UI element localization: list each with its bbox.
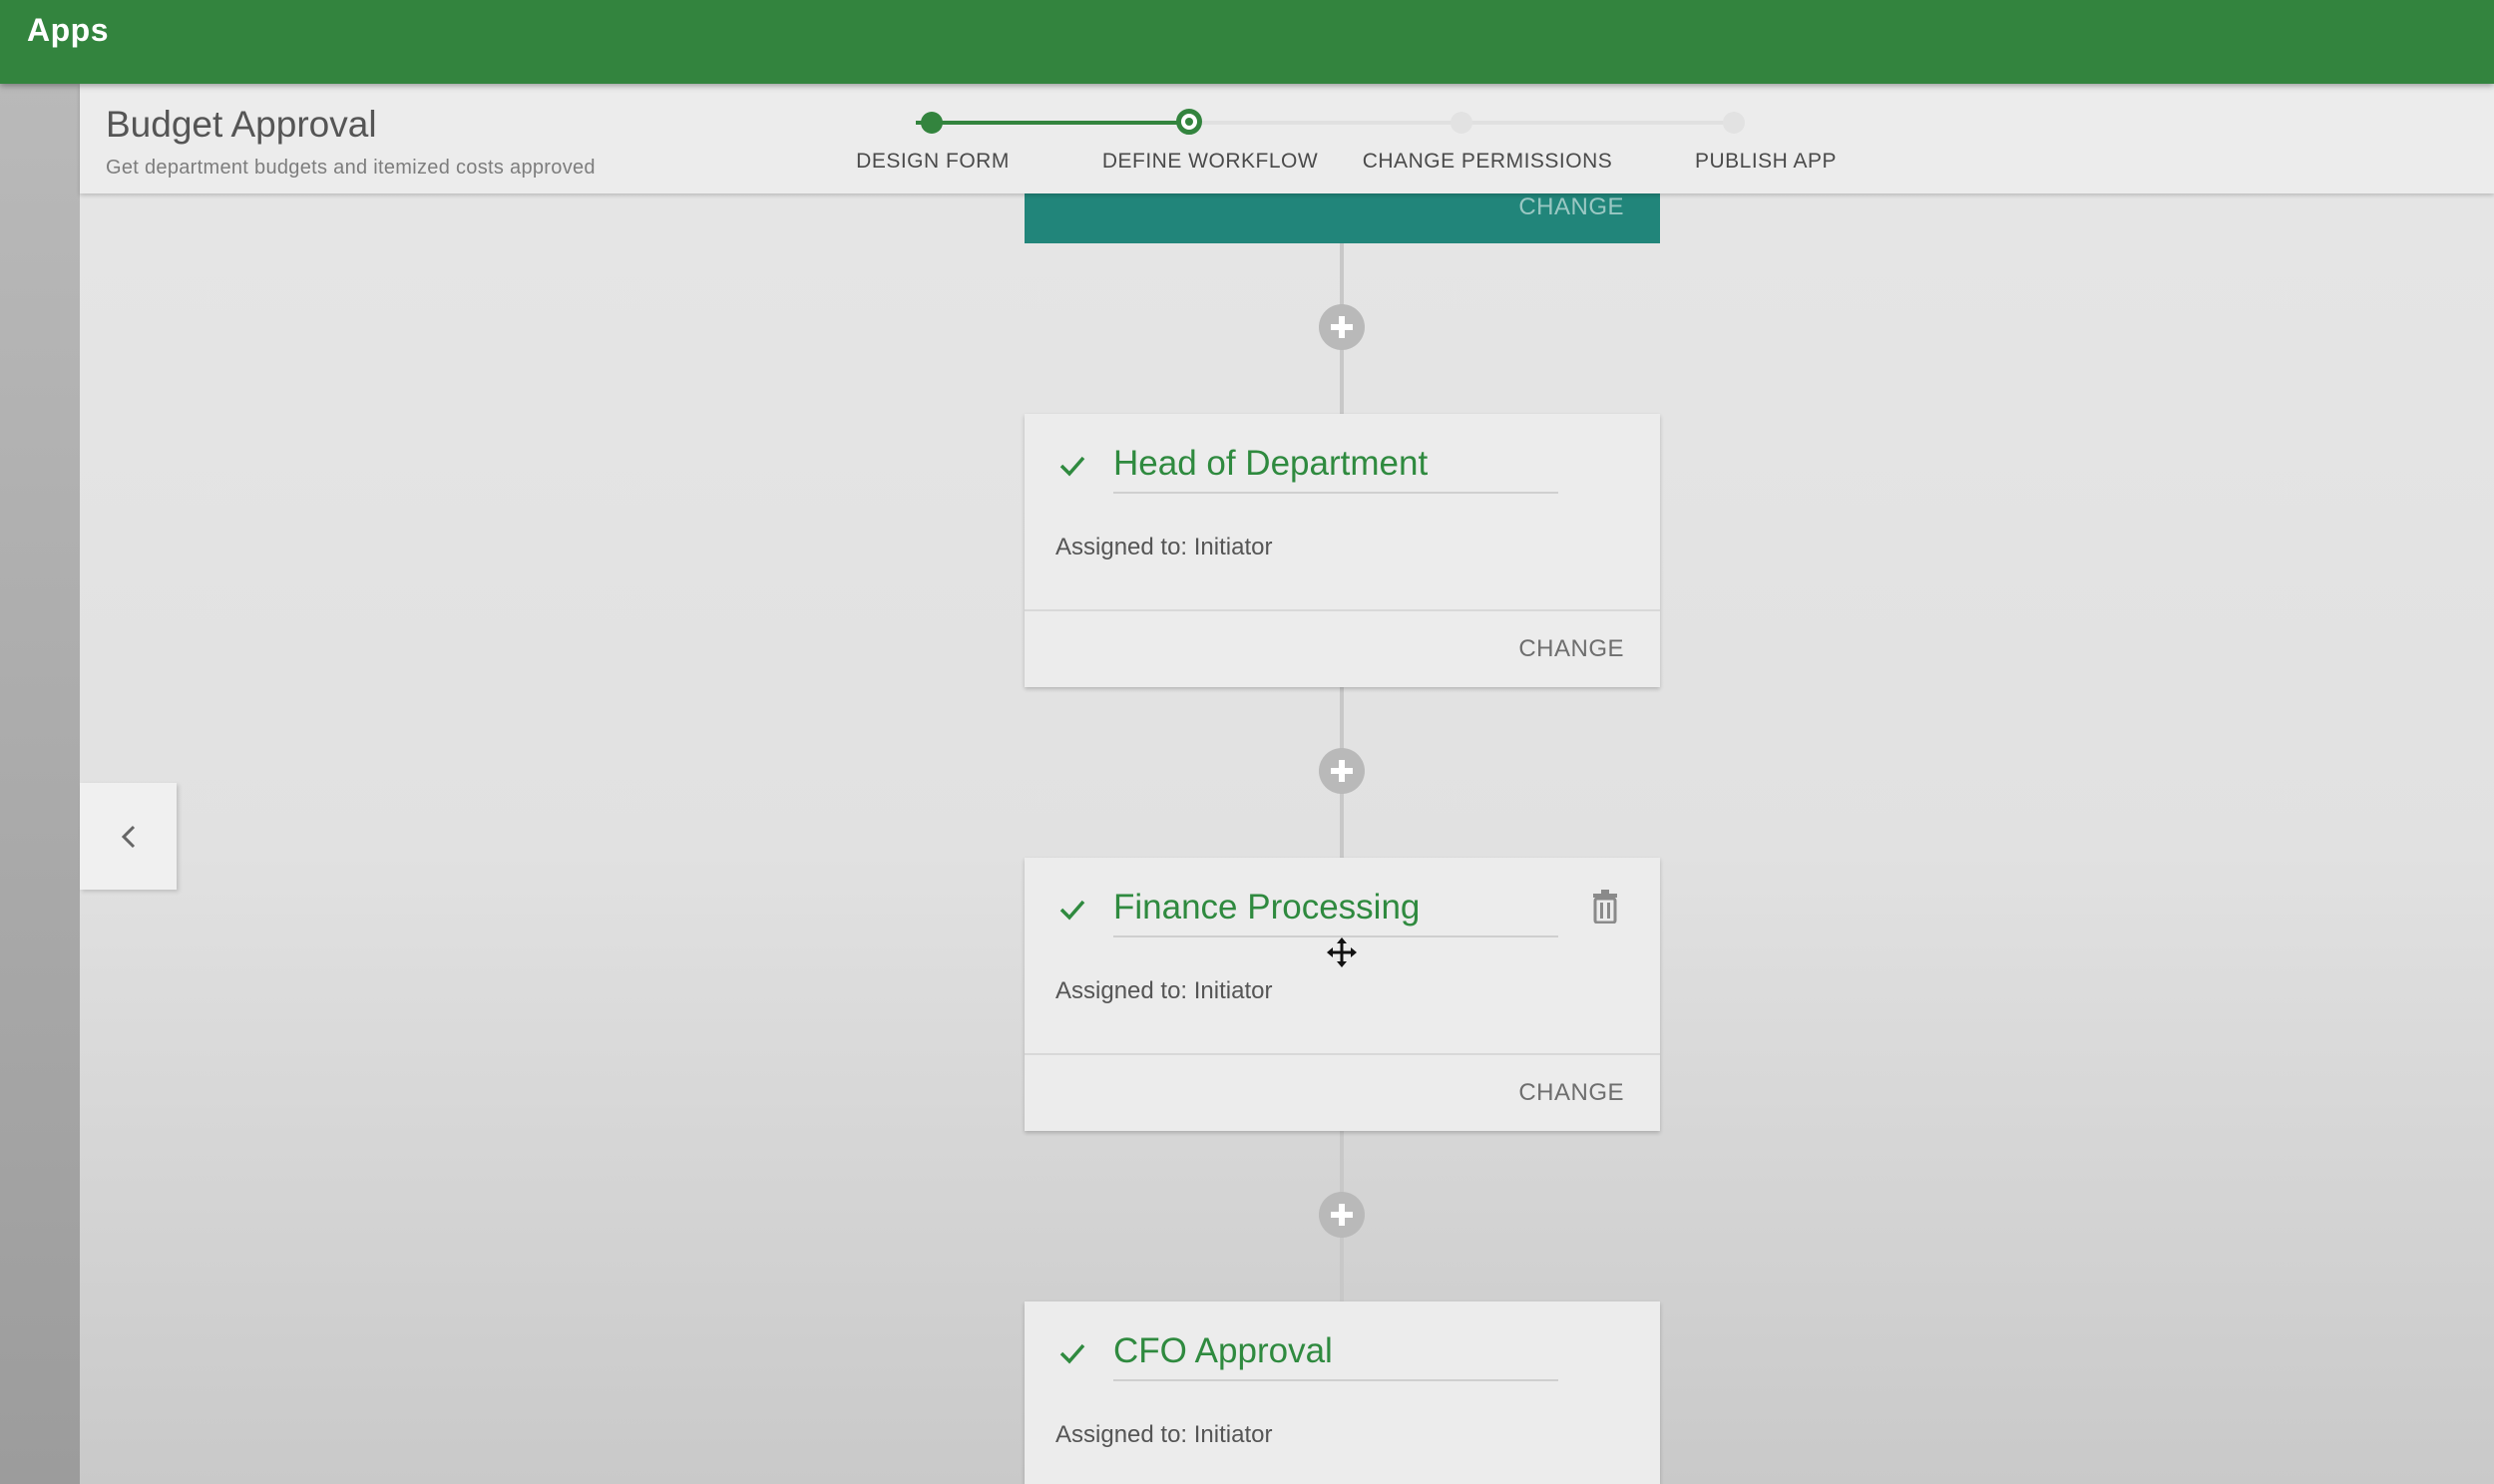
trash-icon[interactable] [1592, 890, 1618, 924]
workflow-start-card: CHANGE [1025, 193, 1660, 243]
step-label-change-permissions[interactable]: CHANGE PERMISSIONS [1363, 150, 1613, 174]
card-footer: CHANGE [1025, 609, 1660, 689]
plus-icon [1331, 760, 1353, 782]
step-name[interactable]: Head of Department [1113, 444, 1558, 494]
check-icon [1059, 456, 1085, 477]
step-label-define-workflow[interactable]: DEFINE WORKFLOW [1102, 150, 1318, 174]
step-label-publish-app[interactable]: PUBLISH APP [1695, 150, 1837, 174]
check-icon [1059, 900, 1085, 921]
step-connector-2 [1189, 121, 1461, 125]
change-button[interactable]: CHANGE [1518, 193, 1624, 221]
check-icon [1059, 1343, 1085, 1364]
add-step-button[interactable] [1319, 304, 1365, 350]
step-dot-change-permissions[interactable] [1451, 112, 1472, 134]
app-header: Budget Approval Get department budgets a… [80, 84, 2494, 193]
collapse-panel-button[interactable] [80, 783, 177, 890]
chevron-left-icon [121, 825, 135, 848]
workflow-step-card[interactable]: Head of Department Assigned to: Initiato… [1025, 414, 1660, 687]
step-dot-publish-app[interactable] [1723, 112, 1745, 134]
step-assignee: Assigned to: Initiator [1055, 977, 1273, 1004]
apps-title[interactable]: Apps [27, 12, 109, 49]
step-name[interactable]: Finance Processing [1113, 888, 1558, 937]
step-assignee: Assigned to: Initiator [1055, 534, 1273, 560]
left-rail [0, 84, 80, 1484]
workflow-step-card[interactable]: Finance Processing Assigned to: Initiato… [1025, 858, 1660, 1131]
step-dot-define-workflow[interactable] [1176, 109, 1202, 135]
progress-stepper: DESIGN FORM DEFINE WORKFLOW CHANGE PERMI… [80, 84, 2494, 193]
step-dot-design-form[interactable] [921, 112, 943, 134]
change-button[interactable]: CHANGE [1518, 635, 1624, 663]
change-button[interactable]: CHANGE [1518, 1079, 1624, 1107]
step-connector-1 [916, 121, 1189, 125]
workflow-step-card[interactable]: CFO Approval Assigned to: Initiator [1025, 1301, 1660, 1484]
app-top-bar: Apps [0, 0, 2494, 84]
add-step-button[interactable] [1319, 1192, 1365, 1238]
workflow-canvas [80, 84, 2494, 1484]
plus-icon [1331, 1204, 1353, 1226]
card-footer: CHANGE [1025, 1053, 1660, 1133]
step-label-design-form[interactable]: DESIGN FORM [856, 150, 1010, 174]
step-name[interactable]: CFO Approval [1113, 1331, 1558, 1381]
plus-icon [1331, 316, 1353, 338]
step-connector-3 [1461, 121, 1734, 125]
add-step-button[interactable] [1319, 748, 1365, 794]
move-cursor-icon [1327, 937, 1357, 967]
step-assignee: Assigned to: Initiator [1055, 1421, 1273, 1448]
